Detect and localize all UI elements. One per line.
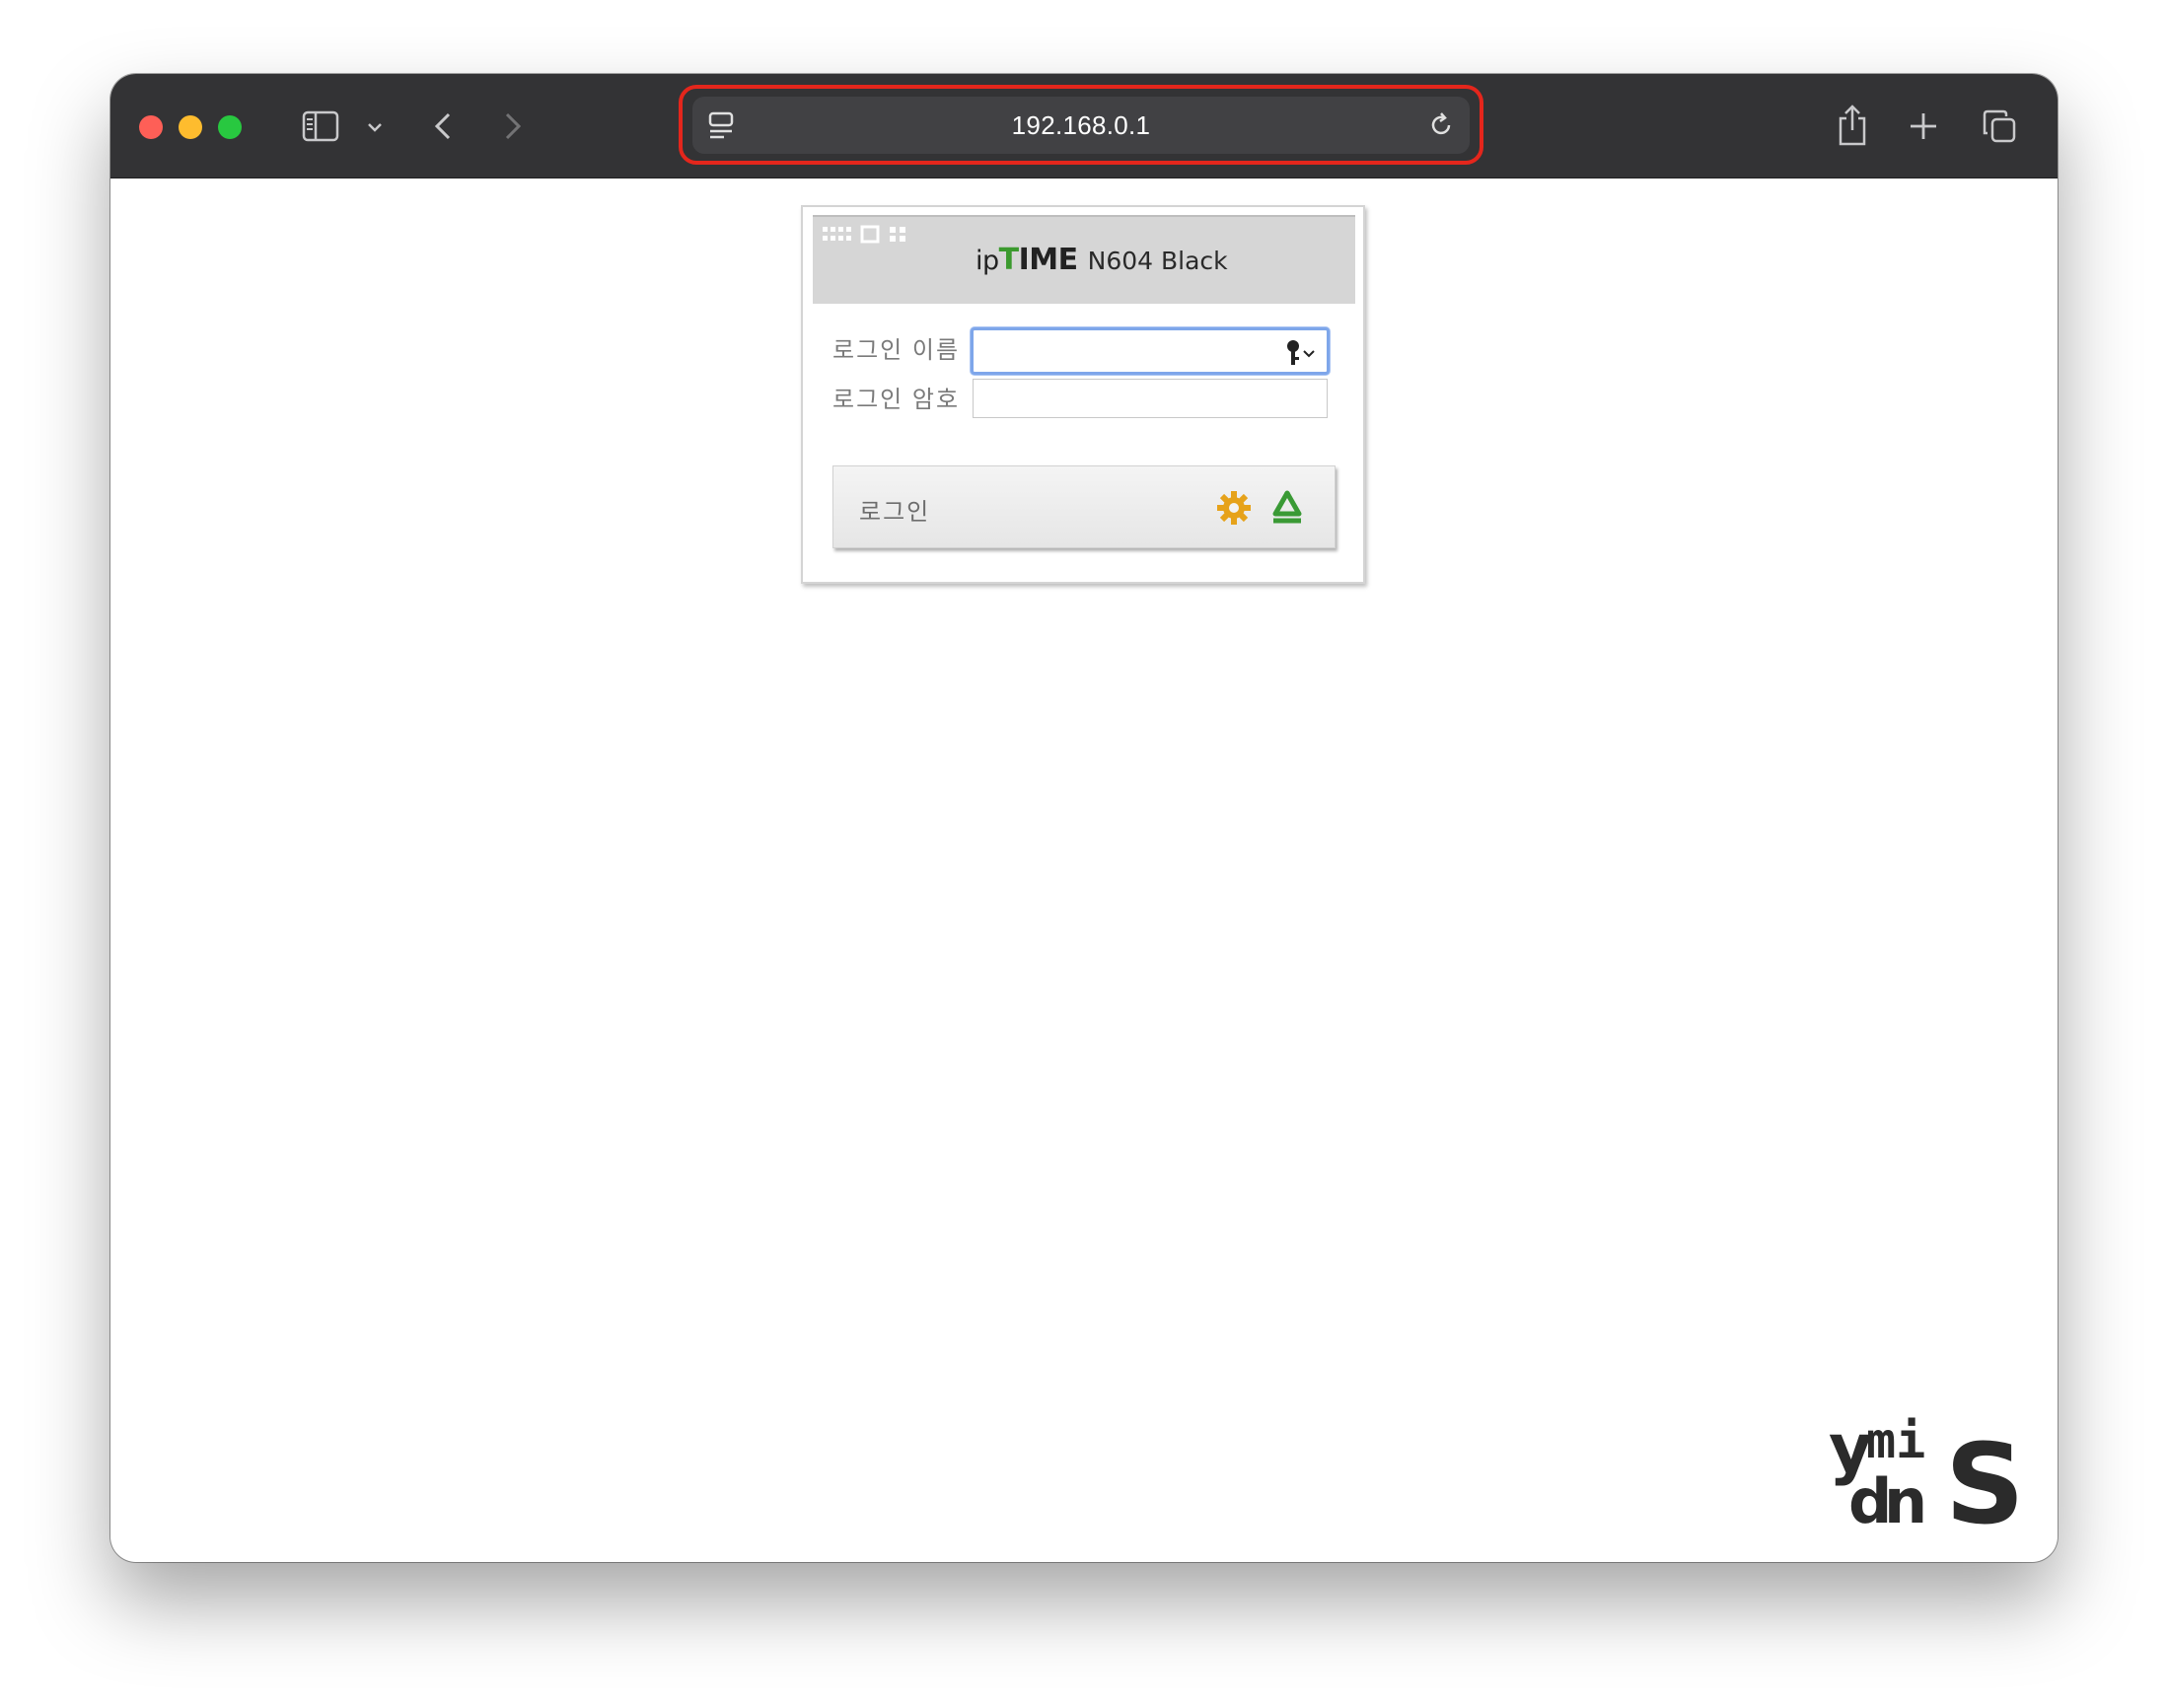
login-panel: ipTIME N604 Black 로그인 이름 로그인 암호 로그인 (801, 205, 1365, 584)
username-input[interactable] (971, 327, 1330, 375)
address-highlight (679, 85, 1483, 165)
chevron-down-icon[interactable] (365, 117, 385, 137)
zoom-window-button[interactable] (218, 115, 242, 139)
sidebar-icon[interactable] (301, 107, 340, 145)
minimize-window-button[interactable] (179, 115, 202, 139)
close-window-button[interactable] (139, 115, 163, 139)
chevron-left-icon[interactable] (431, 111, 455, 141)
router-model: N604 Black (1087, 247, 1228, 275)
router-brand: ipTIME N604 Black (976, 243, 1228, 277)
recycle-icon[interactable] (1267, 488, 1307, 533)
svg-text:mi: mi (1866, 1412, 1925, 1469)
ydmins-watermark-logo: y mi d n S (1829, 1410, 2026, 1549)
svg-text:S: S (1945, 1421, 2025, 1529)
login-button[interactable]: 로그인 (832, 465, 1336, 548)
svg-text:n: n (1884, 1465, 1927, 1529)
iptime-logo: ipTIME (976, 243, 1078, 277)
grid-dots-icon (821, 223, 917, 253)
key-icon[interactable] (1284, 339, 1318, 372)
share-icon[interactable] (1835, 104, 1870, 147)
password-input[interactable] (973, 379, 1328, 418)
login-button-label: 로그인 (859, 499, 931, 526)
browser-toolbar: 192.168.0.1 (110, 74, 2058, 178)
browser-window: 192.168.0.1 ipTIME N604 Black 로그인 이름 로그인… (110, 74, 2058, 1562)
plus-icon[interactable] (1907, 109, 1940, 143)
username-label: 로그인 이름 (832, 337, 961, 364)
chevron-right-icon[interactable] (501, 111, 525, 141)
tab-overview-icon[interactable] (1981, 107, 2018, 145)
password-label: 로그인 암호 (832, 387, 961, 413)
login-header: ipTIME N604 Black (813, 215, 1355, 304)
gear-icon[interactable] (1214, 488, 1254, 533)
